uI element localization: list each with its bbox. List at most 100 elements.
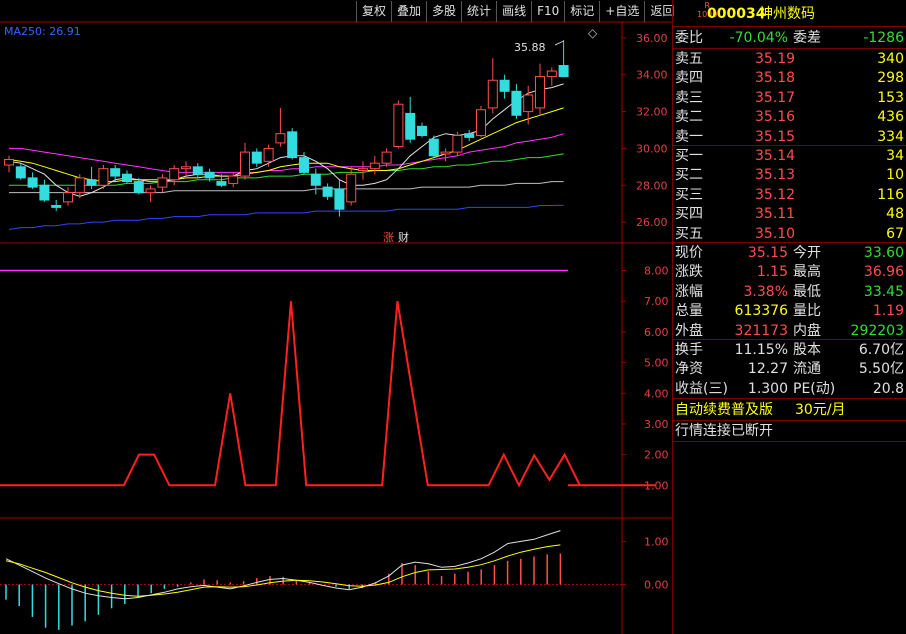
promo-price: 30元/月 [795, 402, 846, 418]
candle[interactable] [240, 142, 250, 180]
max-price-label: 35.88 [514, 41, 546, 54]
bids-row[interactable]: 买四 35.11 48 [675, 204, 904, 224]
candle[interactable] [535, 63, 545, 116]
candle[interactable] [523, 85, 534, 125]
candle[interactable] [157, 174, 168, 193]
price-tick: 26.00 [636, 216, 668, 229]
indicator-tick: 3.00 [644, 418, 669, 431]
diamond-icon[interactable]: ◇ [588, 26, 598, 40]
stock-name[interactable]: 神州数码 [759, 4, 815, 24]
macd-tick: 1.00 [644, 535, 669, 548]
chart-area[interactable]: 36.00 34.00 32.00 30.00 28.00 26.00 8.00 7.00 6… [0, 0, 672, 634]
candlestick-chart[interactable]: 36.00 34.00 32.00 30.00 28.00 26.00 [4, 32, 668, 230]
stock-header: R 1000 000034 神州数码 [675, 1, 904, 24]
candle[interactable] [487, 58, 498, 114]
candle[interactable] [145, 185, 156, 202]
candle[interactable] [381, 148, 392, 167]
candle[interactable] [4, 155, 14, 173]
toolbar-button-4[interactable]: 画线 [496, 1, 531, 22]
price-tick: 28.00 [636, 179, 668, 192]
zhang-marker[interactable]: 涨 [383, 231, 394, 244]
indicator-tick: 5.00 [644, 357, 669, 370]
bids-row[interactable]: 买三 35.12 116 [675, 185, 904, 205]
toolbar-button-6[interactable]: 标记 [564, 1, 599, 22]
quote-row: 涨跌 1.15 最高 36.96 [675, 264, 904, 281]
fund-row: 净资 12.27 流通 5.50亿 [675, 361, 904, 378]
cai-marker[interactable]: 财 [398, 230, 409, 244]
candle[interactable] [287, 128, 298, 160]
candle[interactable] [428, 135, 439, 158]
price-tick: 32.00 [636, 106, 668, 119]
macd-tick: 0.00 [644, 579, 669, 592]
price-tick: 36.00 [636, 32, 668, 45]
bids-row[interactable]: 买一 35.14 34 [675, 146, 904, 166]
candle[interactable] [358, 161, 368, 180]
toolbar-button-3[interactable]: 统计 [461, 1, 496, 22]
max-marker-line [554, 40, 564, 46]
candle[interactable] [476, 106, 486, 138]
candle[interactable] [464, 130, 475, 142]
price-tick: 34.00 [636, 69, 668, 82]
fund-row: 换手 11.15% 股本 6.70亿 [675, 342, 904, 358]
candle[interactable] [310, 168, 321, 195]
quote-row: 涨幅 3.38% 最低 33.45 [675, 283, 904, 300]
bids-row[interactable]: 买二 35.13 10 [675, 165, 904, 185]
candle[interactable] [263, 144, 274, 167]
toolbar-button-2[interactable]: 多股 [426, 1, 461, 22]
candle[interactable] [192, 163, 203, 178]
candle[interactable] [27, 172, 38, 189]
connection-status: 行情连接已断开 [675, 423, 773, 439]
candle[interactable] [169, 165, 180, 186]
candle[interactable] [15, 163, 26, 180]
candle[interactable] [546, 67, 557, 86]
candle[interactable] [405, 96, 416, 143]
candle[interactable] [63, 187, 73, 206]
toolbar-button-0[interactable]: 复权 [356, 1, 391, 22]
candle[interactable] [98, 165, 109, 189]
toolbar-button-7[interactable]: +自选 [599, 1, 644, 22]
quote-row: 外盘 321173 内盘 292203 [675, 322, 904, 339]
ma250-line [8, 204, 564, 230]
candle[interactable] [511, 83, 522, 119]
bids-row[interactable]: 买五 35.10 67 [675, 224, 904, 244]
order-ratio-row: 委比 -70.04% 委差 -1286 [675, 30, 904, 46]
candle[interactable] [181, 161, 191, 177]
promo-row[interactable]: 自动续费普及版 30元/月 [675, 400, 904, 420]
asks-row[interactable]: 卖一 35.15 334 [675, 127, 904, 147]
candle[interactable] [122, 170, 132, 184]
order-ratio-value: -70.04% [729, 30, 788, 46]
indicator-chart[interactable]: 8.007.006.005.004.003.002.001.00 [0, 265, 669, 493]
macd-chart[interactable]: 1.00 0.00 [0, 530, 669, 630]
toolbar-button-5[interactable]: F10 [531, 1, 564, 22]
candle[interactable] [39, 179, 50, 202]
indicator-tick: 7.00 [644, 295, 669, 308]
quote-panel: R 1000 000034 神州数码 委比 -70.04% 委差 -1286 卖… [672, 0, 906, 634]
candle[interactable] [74, 174, 85, 199]
quote-row: 总量 613376 量比 1.19 [675, 303, 904, 320]
asks-row[interactable]: 卖五 35.19 340 [675, 49, 904, 69]
candle[interactable] [51, 200, 62, 212]
candle[interactable] [86, 166, 97, 189]
candle[interactable] [452, 131, 463, 156]
indicator-line[interactable] [0, 301, 656, 488]
stock-code[interactable]: 000034 [707, 4, 765, 24]
candle[interactable] [558, 40, 569, 78]
promo-text: 自动续费普及版 [675, 402, 773, 418]
candle[interactable] [322, 183, 333, 200]
candle[interactable] [251, 148, 262, 167]
candle[interactable] [417, 122, 427, 138]
quote-row: 现价 35.15 今开 33.60 [675, 245, 904, 261]
candle[interactable] [499, 74, 510, 99]
candle[interactable] [393, 100, 404, 149]
indicator-tick: 4.00 [644, 387, 669, 400]
fund-row: 收益(三) 1.300 PE(动) 20.8 [675, 380, 904, 397]
macd-dea-line [5, 544, 561, 597]
toolbar-button-1[interactable]: 叠加 [391, 1, 426, 22]
candle[interactable] [275, 107, 286, 147]
asks-row[interactable]: 卖二 35.16 436 [675, 107, 904, 127]
asks-row[interactable]: 卖三 35.17 153 [675, 88, 904, 108]
indicator-tick: 6.00 [644, 326, 669, 339]
asks-row[interactable]: 卖四 35.18 298 [675, 68, 904, 88]
indicator-tick: 8.00 [644, 265, 669, 278]
ma250-label: MA250: 26.91 [4, 25, 81, 38]
